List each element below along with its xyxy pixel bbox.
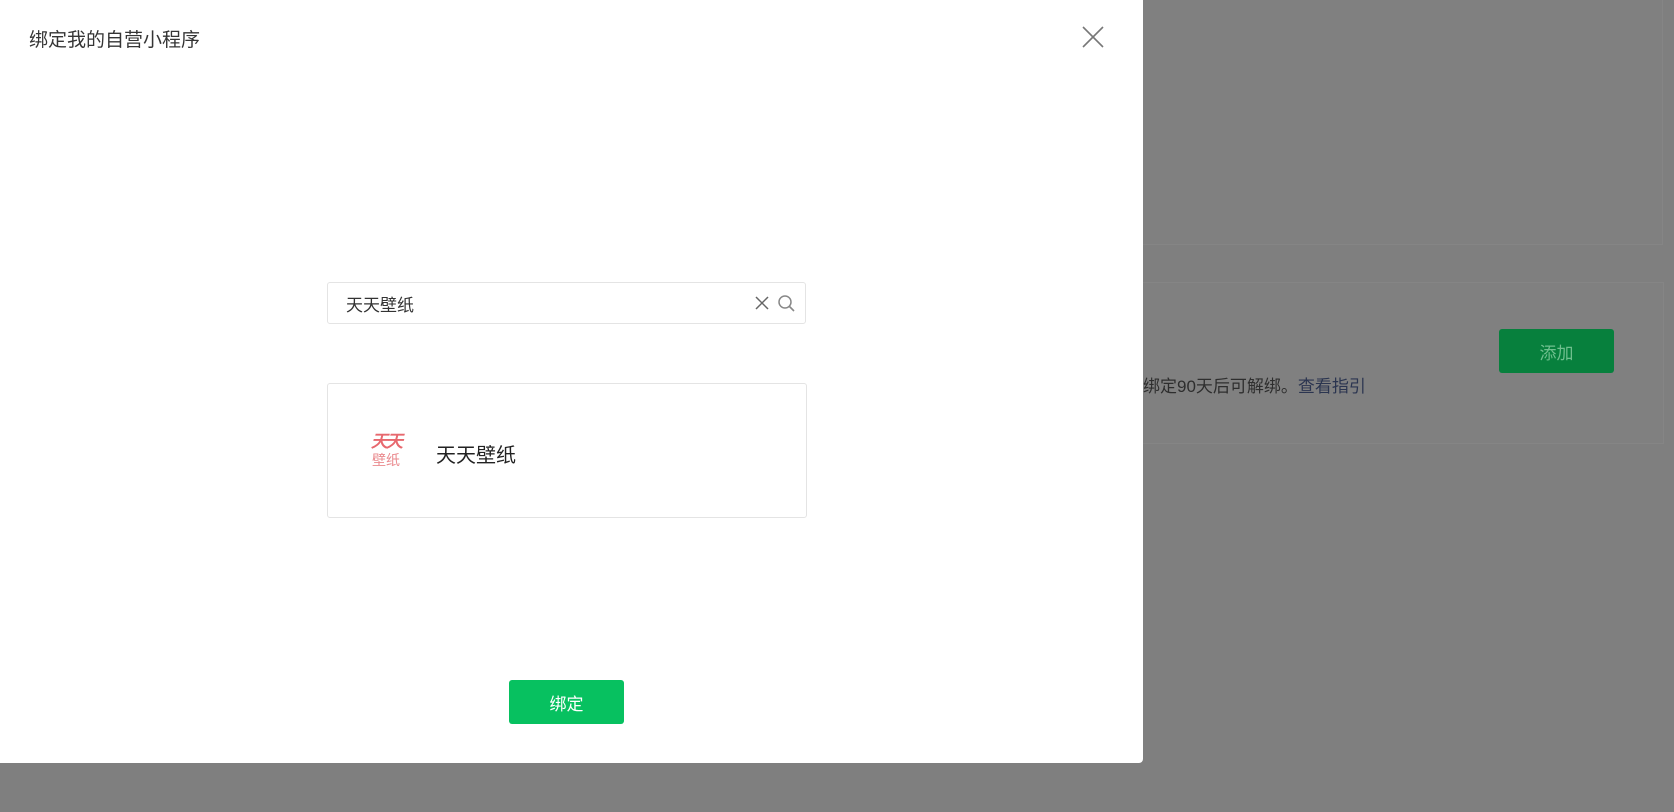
search-input[interactable] [346, 283, 746, 323]
dialog-title: 绑定我的自营小程序 [29, 30, 201, 51]
add-button: 添加 [1499, 329, 1614, 373]
binding-note-text: 绑定90天后可解绑。 [1143, 377, 1298, 396]
background-card [1110, 0, 1663, 245]
search-icon[interactable] [777, 294, 796, 313]
view-guide-link: 查看指引 [1297, 377, 1366, 396]
close-icon[interactable] [1078, 22, 1108, 52]
search-box [327, 282, 806, 324]
app-name: 天天壁纸 [436, 445, 516, 467]
binding-note: 绑定90天后可解绑。查看指引 [1143, 372, 1366, 397]
bind-miniprogram-dialog: 绑定我的自营小程序 天天 壁纸 天天壁纸 绑定 [0, 0, 1143, 763]
app-logo: 天天 壁纸 [371, 432, 403, 468]
result-item[interactable]: 天天 壁纸 天天壁纸 [327, 383, 807, 518]
bind-button[interactable]: 绑定 [509, 680, 624, 724]
clear-icon[interactable] [753, 294, 771, 312]
